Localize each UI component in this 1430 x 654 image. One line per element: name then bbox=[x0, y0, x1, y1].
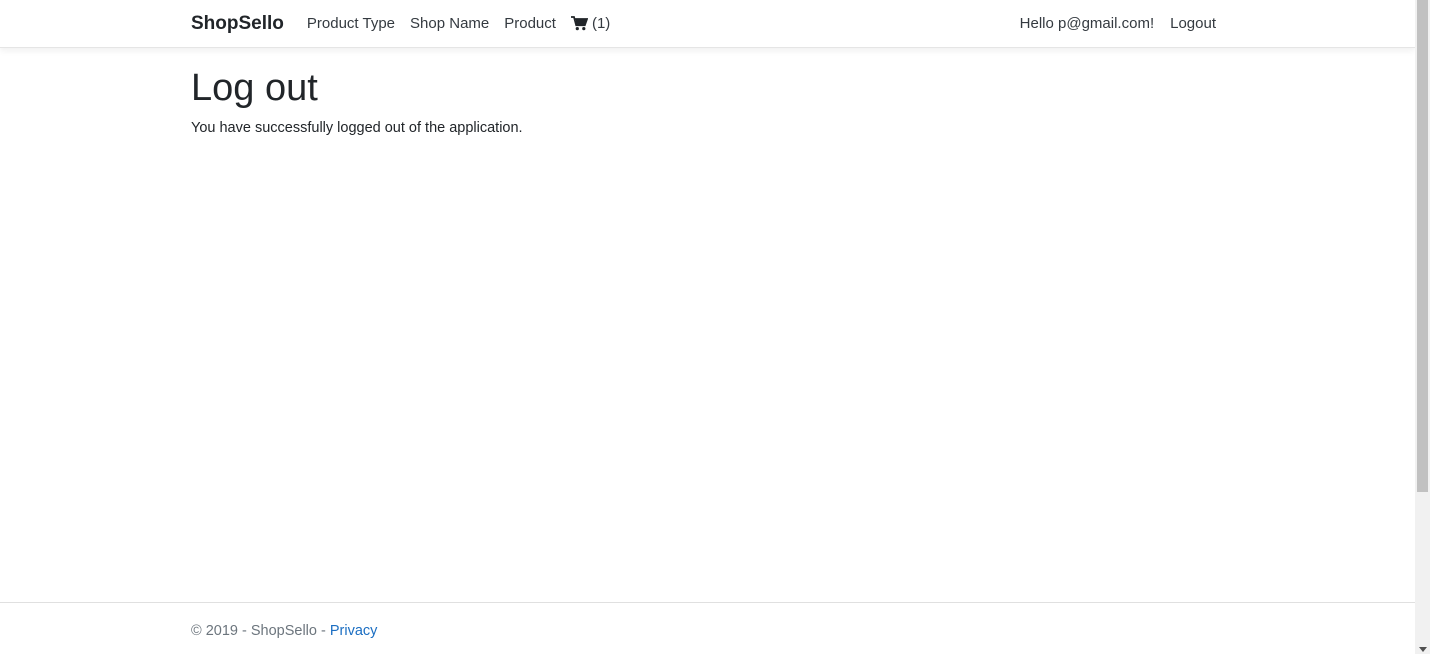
scrollbar-thumb[interactable] bbox=[1417, 0, 1428, 492]
page: ShopSello Product Type Shop Name Product… bbox=[0, 0, 1415, 654]
cart-link[interactable]: (1) bbox=[570, 15, 611, 32]
footer: © 2019 - ShopSello - Privacy bbox=[0, 602, 1415, 654]
logout-message: You have successfully logged out of the … bbox=[191, 120, 523, 136]
navbar-inner: ShopSello Product Type Shop Name Product… bbox=[191, 0, 1216, 47]
main-content: Log out You have successfully logged out… bbox=[191, 62, 523, 136]
scroll-down-arrow-icon[interactable] bbox=[1419, 647, 1427, 652]
user-greeting-link[interactable]: Hello p@gmail.com! bbox=[1020, 15, 1154, 32]
footer-text: © 2019 - ShopSello - Privacy bbox=[191, 623, 377, 639]
navbar-user: Hello p@gmail.com! Logout bbox=[1020, 15, 1216, 32]
cart-icon bbox=[570, 16, 588, 31]
cart-count: (1) bbox=[591, 15, 611, 32]
navbar: ShopSello Product Type Shop Name Product… bbox=[0, 0, 1415, 48]
nav-link-product-type[interactable]: Product Type bbox=[307, 15, 395, 32]
logout-button[interactable]: Logout bbox=[1170, 15, 1216, 32]
brand-link[interactable]: ShopSello bbox=[191, 13, 284, 35]
nav-link-product[interactable]: Product bbox=[504, 15, 556, 32]
privacy-link[interactable]: Privacy bbox=[330, 623, 378, 639]
footer-copyright: © 2019 - ShopSello - bbox=[191, 623, 330, 639]
vertical-scrollbar[interactable] bbox=[1415, 0, 1430, 654]
nav-link-shop-name[interactable]: Shop Name bbox=[410, 15, 489, 32]
page-title: Log out bbox=[191, 67, 318, 109]
